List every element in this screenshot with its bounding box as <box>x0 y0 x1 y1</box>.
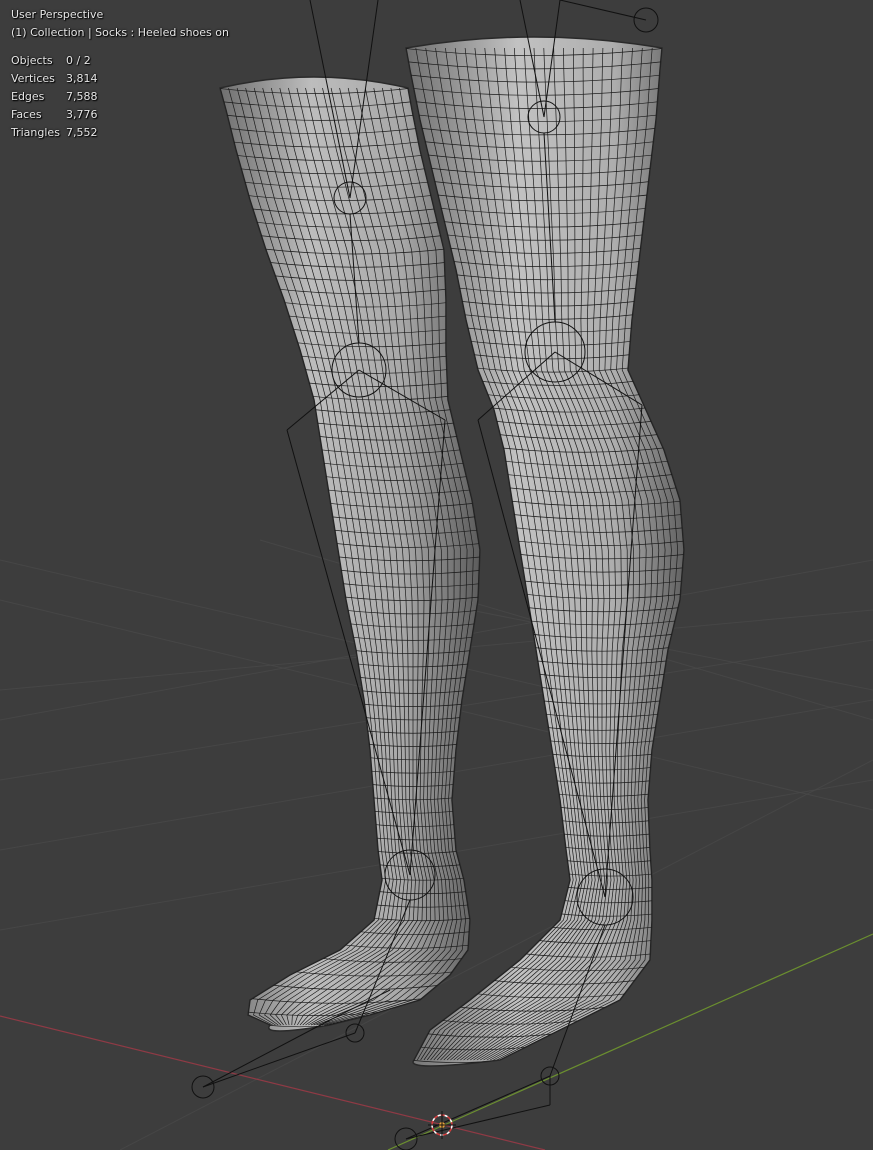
stat-row: Triangles 7,552 <box>11 125 98 143</box>
viewport-info-overlay: User Perspective (1) Collection | Socks … <box>11 7 229 143</box>
stat-row: Edges 7,588 <box>11 89 98 107</box>
3d-viewport[interactable]: User Perspective (1) Collection | Socks … <box>0 0 873 1150</box>
stat-label: Triangles <box>11 126 60 139</box>
stat-value: 7,552 <box>66 126 98 139</box>
stat-label: Faces <box>11 108 42 121</box>
stat-label: Vertices <box>11 72 55 85</box>
collection-label: (1) Collection | Socks : Heeled shoes on <box>11 26 229 39</box>
scene-statistics: Objects 0 / 2 Vertices 3,814 Edges 7,588 Faces… <box>11 53 98 143</box>
stat-value: 7,588 <box>66 90 98 103</box>
stat-row: Objects 0 / 2 <box>11 53 98 71</box>
world-origin-icon[interactable] <box>428 1111 456 1139</box>
stat-value: 3,776 <box>66 108 98 121</box>
viewport-scene[interactable] <box>0 0 873 1150</box>
stat-value: 0 / 2 <box>66 54 91 67</box>
stat-row: Vertices 3,814 <box>11 71 98 89</box>
stat-label: Edges <box>11 90 45 103</box>
stat-label: Objects <box>11 54 53 67</box>
stat-value: 3,814 <box>66 72 98 85</box>
perspective-label: User Perspective <box>11 8 104 21</box>
stat-row: Faces 3,776 <box>11 107 98 125</box>
